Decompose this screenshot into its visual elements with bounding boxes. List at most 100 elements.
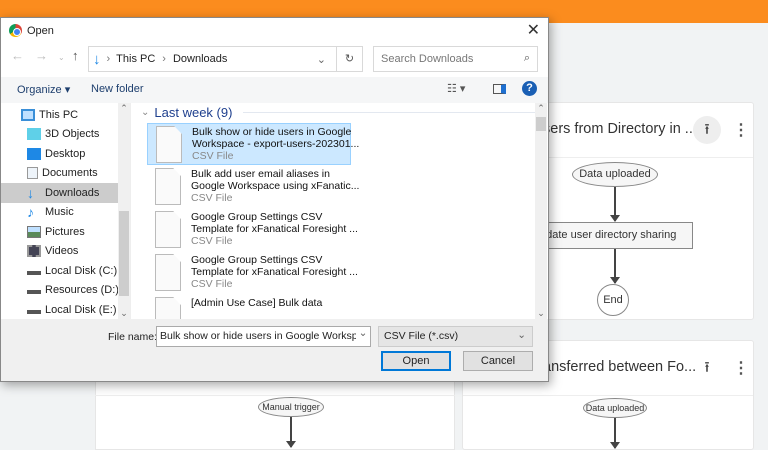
up-button[interactable]: ↑	[72, 48, 79, 63]
recent-dropdown[interactable]: ⌄	[58, 53, 65, 62]
preview-pane-icon[interactable]	[493, 84, 506, 94]
toolbar: Organize ▾ New folder ☷ ▾ ?	[1, 77, 548, 103]
nav-item-pictures[interactable]: Pictures	[1, 222, 130, 242]
breadcrumb-this-pc[interactable]: This PC	[116, 53, 155, 65]
address-bar[interactable]: ↓ › This PC › Downloads ⌄ ↻	[88, 46, 363, 72]
file-item[interactable]: Bulk add user email aliases in Google Wor…	[147, 166, 359, 208]
view-options-icon[interactable]: ☷ ▾	[447, 82, 465, 95]
search-icon: ⌕	[523, 52, 530, 64]
help-icon[interactable]: ?	[522, 81, 537, 96]
file-icon	[155, 211, 181, 248]
file-type: CSV File	[191, 192, 233, 204]
file-name: Google Group Settings CSV	[191, 254, 323, 266]
nav-item-downloads[interactable]: ↓ Downloads	[1, 183, 118, 203]
flow-arrow	[610, 187, 620, 222]
upload-button[interactable]: ⭱	[693, 354, 721, 382]
file-list-scrollbar[interactable]: ⌃ ⌄	[535, 103, 547, 319]
file-item[interactable]: Google Group Settings CSV Template for xF…	[147, 209, 358, 251]
file-item[interactable]: Bulk show or hide users in Google Workspa…	[147, 123, 359, 165]
desktop-icon	[27, 147, 41, 160]
cancel-button[interactable]: Cancel	[463, 351, 533, 371]
nav-item-resources-d[interactable]: Resources (D:)	[1, 281, 130, 301]
close-button[interactable]: ✕	[527, 20, 540, 40]
nav-scrollbar[interactable]: ⌃ ⌄	[118, 103, 130, 319]
nav-item-videos[interactable]: Videos	[1, 242, 130, 262]
nav-label: Pictures	[45, 225, 85, 238]
flow-arrow	[610, 418, 620, 449]
scroll-thumb[interactable]	[119, 211, 129, 296]
file-item[interactable]: Google Group Settings CSV Template for xF…	[147, 252, 358, 294]
file-icon	[155, 254, 181, 291]
scroll-down-arrow[interactable]: ⌄	[118, 308, 130, 319]
download-icon: ↓	[93, 50, 101, 68]
file-name: Google Group Settings CSV	[191, 211, 323, 223]
nav-item-this-pc[interactable]: This PC	[1, 105, 130, 125]
drive-icon	[27, 286, 41, 295]
drive-icon	[27, 267, 41, 275]
nav-item-local-disk-e[interactable]: Local Disk (E:)	[1, 300, 130, 319]
pictures-icon	[27, 225, 41, 238]
nav-item-desktop[interactable]: Desktop	[1, 144, 130, 164]
scroll-up-arrow[interactable]: ⌃	[118, 103, 130, 114]
flow-node-start: Data uploaded	[572, 162, 658, 187]
forward-button[interactable]: →	[35, 48, 48, 63]
search-placeholder: Search Downloads	[381, 53, 474, 65]
nav-item-local-disk-c[interactable]: Local Disk (C:)	[1, 261, 130, 281]
flow-node-end: End	[597, 284, 629, 316]
flow-node-start: Data uploaded	[583, 398, 647, 418]
scroll-thumb[interactable]	[536, 117, 546, 131]
file-name: Workspace - export-users-202301...	[192, 138, 360, 150]
cube-icon	[27, 128, 41, 141]
group-label: Last week (9)	[154, 105, 233, 120]
upload-button[interactable]: ⭱	[693, 116, 721, 144]
nav-item-documents[interactable]: Documents	[1, 164, 130, 184]
file-type-value: CSV File (*.csv)	[384, 330, 459, 342]
chevron-down-icon[interactable]: ⌄	[356, 327, 370, 346]
scroll-up-arrow[interactable]: ⌃	[535, 103, 547, 114]
nav-label: Downloads	[45, 186, 100, 199]
nav-item-music[interactable]: ♪ Music	[1, 203, 130, 223]
breadcrumb-downloads[interactable]: Downloads	[173, 53, 227, 65]
chevron-down-icon[interactable]: ⌄	[317, 53, 326, 66]
more-menu-icon[interactable]: ⋮	[733, 120, 749, 140]
file-type: CSV File	[191, 235, 233, 247]
file-type-select[interactable]: CSV File (*.csv) ⌄	[378, 326, 533, 347]
open-file-dialog: Open ✕ ← → ⌄ ↑ ↓ › This PC › Downloads ⌄…	[0, 17, 549, 382]
navigation-pane: This PC 3D Objects Desktop Documents ↓ Do…	[1, 103, 131, 319]
organize-button[interactable]: Organize ▾	[17, 83, 70, 96]
file-name-label: File name:	[108, 331, 158, 343]
file-type: CSV File	[191, 278, 233, 290]
file-name-input[interactable]: Bulk show or hide users in Google Worksp…	[156, 326, 371, 347]
flow-arrow	[610, 249, 620, 284]
nav-item-3d-objects[interactable]: 3D Objects	[1, 125, 130, 145]
file-name: [Admin Use Case] Bulk data	[191, 297, 323, 309]
file-name: Bulk show or hide users in Google	[192, 126, 352, 138]
nav-label: Music	[45, 206, 74, 219]
dialog-footer: File name: Bulk show or hide users in Go…	[1, 319, 548, 381]
nav-label: Videos	[45, 245, 79, 258]
new-folder-button[interactable]: New folder	[91, 83, 144, 95]
dialog-title-bar: Open	[9, 24, 54, 37]
refresh-button[interactable]: ↻	[336, 47, 362, 71]
search-input[interactable]: Search Downloads ⌕	[373, 46, 538, 72]
flow-node-start: Manual trigger	[258, 397, 324, 417]
file-name: Bulk add user email aliases in	[191, 168, 330, 180]
file-name: Template for xFanatical Foresight ...	[191, 266, 358, 278]
file-icon	[155, 297, 181, 319]
more-menu-icon[interactable]: ⋮	[733, 358, 749, 378]
back-button[interactable]: ←	[11, 48, 24, 63]
file-type: CSV File	[192, 150, 234, 162]
file-name: Google Workspace using xFanatic...	[191, 180, 360, 192]
nav-label: Resources (D:)	[45, 284, 119, 297]
flow-arrow	[286, 417, 296, 448]
open-button[interactable]: Open	[381, 351, 451, 371]
flow-node-action: pdate user directory sharing	[533, 222, 693, 249]
file-icon	[156, 126, 182, 163]
scroll-down-arrow[interactable]: ⌄	[535, 308, 547, 319]
group-header[interactable]: ⌄ Last week (9)	[135, 103, 535, 120]
nav-label: This PC	[39, 108, 79, 121]
nav-label: Desktop	[45, 147, 86, 160]
file-item[interactable]: [Admin Use Case] Bulk data	[147, 295, 351, 319]
dialog-title: Open	[27, 24, 54, 37]
videos-icon	[27, 245, 41, 258]
